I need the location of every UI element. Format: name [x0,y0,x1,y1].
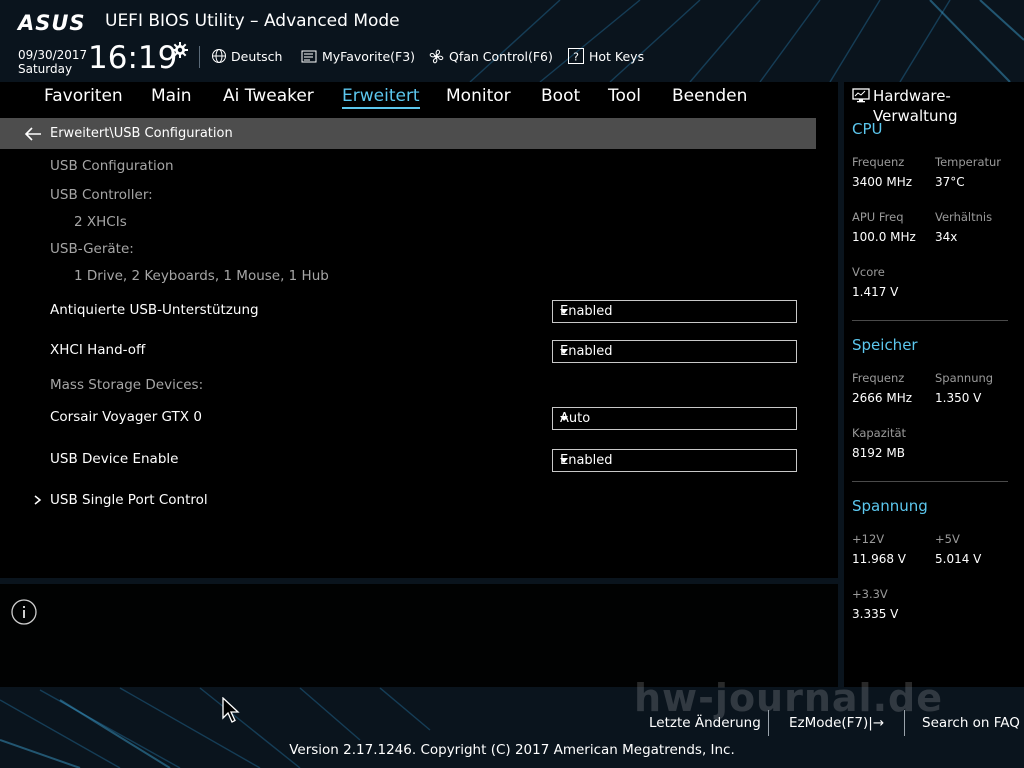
tab-favoriten[interactable]: Favoriten [44,86,123,106]
memory-freq-label: Frequenz [852,371,905,385]
voltage-heading: Spannung [852,497,928,515]
v5-label: +5V [935,532,960,546]
breadcrumb-path: Erweitert\USB Configuration [50,126,233,141]
usb-device-enable-label: USB Device Enable [50,451,179,467]
v33-label: +3.3V [852,587,888,601]
header-divider [199,46,200,68]
memory-freq-value: 2666 MHz [852,391,913,405]
usb-single-port-control-link[interactable]: USB Single Port Control [34,492,208,508]
watermark: hw-journal.de [634,676,943,720]
hot-keys-button[interactable]: ? Hot Keys [568,48,644,64]
date: 09/30/2017 [18,48,88,62]
section-divider [852,320,1008,321]
tab-boot[interactable]: Boot [541,86,580,106]
fan-icon [429,49,444,63]
asus-logo: ASUS [18,11,86,35]
help-info-panel [0,584,838,687]
corsair-voyager-label: Corsair Voyager GTX 0 [50,409,202,425]
qfan-control-button[interactable]: Qfan Control(F6) [428,48,553,64]
tab-main[interactable]: Main [151,86,192,106]
section-divider [852,481,1008,482]
cpu-heading: CPU [852,120,883,138]
footer-divider [768,710,769,736]
app-title: UEFI BIOS Utility – Advanced Mode [105,11,400,31]
v33-value: 3.335 V [852,607,899,621]
memory-voltage-label: Spannung [935,371,994,385]
usb-device-enable-select[interactable]: Enabled [552,449,797,472]
language-label: Deutsch [231,48,283,64]
hot-keys-label: Hot Keys [589,48,645,64]
chevron-right-icon [34,495,42,505]
last-change-label: Letzte Änderung [649,715,761,731]
memory-capacity-label: Kapazität [852,426,907,440]
memory-capacity-value: 8192 MB [852,446,905,460]
tab-tool[interactable]: Tool [608,86,641,106]
weekday: Saturday [18,62,73,76]
xhci-handoff-select[interactable]: Enabled [552,340,797,363]
section-title: USB Configuration [50,158,174,174]
tab-ai-tweaker[interactable]: Ai Tweaker [223,86,314,106]
qfan-control-label: Qfan Control(F6) [449,48,553,64]
mass-storage-label: Mass Storage Devices: [50,377,204,393]
clock: 16:19 [88,40,178,76]
gear-icon[interactable] [172,42,188,58]
v5-value: 5.014 V [935,552,982,566]
monitor-icon [852,88,870,103]
search-faq-label: Search on FAQ [922,715,1020,731]
favorites-icon [301,50,317,62]
xhci-handoff-value: Enabled [560,344,613,359]
mouse-cursor-icon [222,697,240,723]
back-arrow-icon[interactable] [24,126,42,141]
breadcrumb[interactable]: Erweitert\USB Configuration [0,118,816,149]
cpu-ratio-value: 34x [935,230,958,244]
ezmode-button[interactable]: EzMode(F7)|→ [789,715,884,731]
vcore-value: 1.417 V [852,285,899,299]
tab-erweitert[interactable]: Erweitert [342,86,420,109]
legacy-usb-support-value: Enabled [560,304,613,319]
usb-devices-label: USB-Geräte: [50,241,134,257]
cpu-ratio-label: Verhältnis [935,210,993,224]
usb-device-enable-value: Enabled [560,453,613,468]
settings-panel: Erweitert\USB Configuration USB Configur… [0,118,838,578]
ezmode-label: EzMode(F7)|→ [789,715,885,731]
usb-devices-value: 1 Drive, 2 Keyboards, 1 Mouse, 1 Hub [74,268,329,284]
corsair-voyager-value: Auto [560,411,591,426]
tab-monitor[interactable]: Monitor [446,86,511,106]
info-icon [11,599,37,625]
v12-value: 11.968 V [852,552,907,566]
xhci-handoff-label: XHCI Hand-off [50,342,146,358]
usb-controller-value: 2 XHCIs [74,214,127,230]
cpu-temp-label: Temperatur [935,155,1002,169]
search-faq-button[interactable]: Search on FAQ [922,715,1020,731]
cpu-freq-label: Frequenz [852,155,905,169]
v12-label: +12V [852,532,885,546]
date-display: 09/30/2017 Saturday [18,48,87,76]
usb-single-port-control-label: USB Single Port Control [50,492,208,508]
cpu-freq-value: 3400 MHz [852,175,913,189]
hardware-monitor-panel: Hardware-Verwaltung CPU Frequenz 3400 MH… [844,82,1024,687]
vcore-label: Vcore [852,265,885,279]
legacy-usb-support-label: Antiquierte USB-Unterstützung [50,302,259,318]
tab-beenden[interactable]: Beenden [672,86,747,106]
legacy-usb-support-select[interactable]: Enabled [552,300,797,323]
language-button[interactable]: Deutsch [211,48,282,64]
memory-heading: Speicher [852,336,918,354]
corsair-voyager-select[interactable]: Auto [552,407,797,430]
globe-icon [212,49,226,63]
apu-freq-value: 100.0 MHz [852,230,916,244]
memory-voltage-value: 1.350 V [935,391,982,405]
cpu-temp-value: 37°C [935,175,965,189]
footer-divider [904,710,905,736]
usb-controller-label: USB Controller: [50,187,153,203]
last-change-button[interactable]: Letzte Änderung [649,715,761,731]
myfavorite-button[interactable]: MyFavorite(F3) [301,48,415,64]
apu-freq-label: APU Freq [852,210,904,224]
version-text: Version 2.17.1246. Copyright (C) 2017 Am… [289,742,735,758]
help-icon: ? [568,48,584,64]
hardware-monitor-title: Hardware-Verwaltung [873,87,958,125]
svg-text:?: ? [573,51,579,64]
myfavorite-label: MyFavorite(F3) [322,48,416,64]
main-navigation: Favoriten Main Ai Tweaker Erweitert Moni… [0,82,838,118]
scrollbar[interactable] [818,149,824,569]
